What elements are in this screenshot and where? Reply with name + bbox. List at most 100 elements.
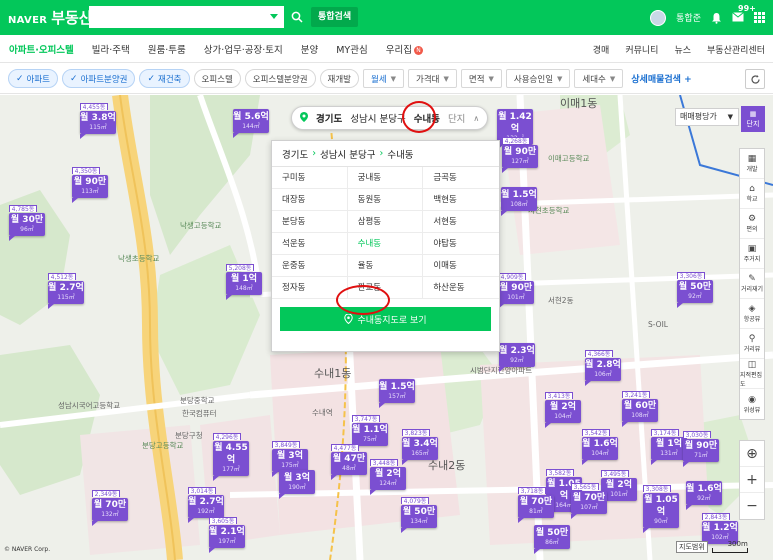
map-tool-button[interactable]: ▣ 주거지 [740, 239, 764, 269]
price-marker[interactable]: 3,413동 월 2억 104㎡ [545, 392, 581, 428]
dong-option[interactable]: 야탑동 [423, 233, 499, 255]
price-marker[interactable]: 3,747동 월 1.1억 75㎡ [352, 415, 388, 451]
chip-officetel[interactable]: 오피스텔 [193, 69, 241, 88]
dong-option[interactable]: 궁내동 [347, 167, 424, 189]
price-marker[interactable]: 4,268동 월 90만 127㎡ [502, 137, 538, 173]
price-marker[interactable]: 2,349동 월 70만 132㎡ [92, 490, 128, 526]
breadcrumb-province[interactable]: 경기도 [282, 147, 308, 161]
price-marker[interactable]: 3,605동 월 2.1억 197㎡ [209, 517, 245, 553]
tab-our-house[interactable]: 우리집 N [377, 42, 432, 56]
chip-apartment-presale-right[interactable]: ✓ 아파트분양권 [62, 69, 136, 88]
price-marker[interactable]: 3,306동 월 50만 92㎡ [677, 272, 713, 308]
dong-option[interactable]: 금곡동 [423, 167, 499, 189]
price-marker[interactable]: 월 1.5억 108㎡ [501, 187, 537, 216]
avatar[interactable] [650, 9, 667, 26]
chip-reconstruction[interactable]: ✓ 재건축 [139, 69, 190, 88]
dong-option[interactable]: 운중동 [272, 255, 348, 277]
chevron-up-icon[interactable]: ∧ [473, 114, 479, 123]
location-city[interactable]: 성남시 분당구 [350, 111, 405, 125]
price-marker[interactable]: 3,014동 월 2.7억 192㎡ [188, 487, 224, 523]
dong-option[interactable]: 분당동 [272, 211, 348, 233]
price-marker[interactable]: 3,174동 월 1억 131㎡ [651, 429, 687, 465]
price-marker[interactable]: 월 1.5억 157㎡ [379, 379, 415, 408]
price-marker[interactable]: 월 3억 190㎡ [279, 470, 315, 499]
dropdown-price[interactable]: 가격대 ▼ [408, 69, 457, 88]
price-marker[interactable]: 3,542동 월 1.6억 104㎡ [582, 429, 618, 465]
price-marker[interactable]: 4,350동 월 90만 113㎡ [72, 167, 108, 203]
price-marker[interactable]: 4,079동 월 50만 134㎡ [401, 497, 437, 533]
scale-level[interactable]: 지도범위 [676, 540, 708, 553]
tab-commercial-land[interactable]: 상가·업무·공장·토지 [195, 42, 292, 56]
tab-villa-house[interactable]: 빌라·주택 [83, 42, 139, 56]
unified-search-button[interactable]: 통합검색 [311, 7, 359, 27]
chip-redevelopment[interactable]: 재개발 [319, 69, 359, 88]
dropdown-area[interactable]: 면적 ▼ [460, 69, 502, 88]
chip-apartment[interactable]: ✓ 아파트 [8, 69, 59, 88]
dong-option[interactable]: 대장동 [272, 189, 348, 211]
price-marker[interactable]: 월 1.6억 92㎡ [686, 481, 722, 510]
price-marker[interactable]: 3,849동 월 3억 175㎡ [272, 441, 308, 477]
dong-option[interactable]: 이매동 [423, 255, 499, 277]
map-tool-button[interactable]: ◈ 항공뷰 [740, 299, 764, 329]
view-dong-map-button[interactable]: 수내동지도로 보기 [280, 307, 491, 331]
map-tool-button[interactable]: ▦ 개발 [740, 149, 764, 179]
link-community[interactable]: 커뮤니티 [625, 43, 658, 56]
location-province[interactable]: 경기도 [316, 111, 342, 125]
price-marker[interactable]: 4,366동 월 2.8억 106㎡ [585, 350, 621, 386]
search-button[interactable] [286, 6, 308, 28]
dropdown-deal-type[interactable]: 월세 ▼ [363, 69, 405, 88]
price-marker[interactable]: 4,296동 월 4.55억 177㎡ [213, 433, 249, 481]
map-tool-button[interactable]: ◫ 지적편집도 [740, 359, 764, 389]
location-danji[interactable]: 단지 [448, 111, 465, 125]
dong-option[interactable]: 삼평동 [347, 211, 424, 233]
tab-my-interest[interactable]: MY관심 [327, 42, 376, 56]
price-marker[interactable]: 4,512동 월 2.7억 115㎡ [48, 273, 84, 309]
map-tool-button[interactable]: ⚲ 거리뷰 [740, 329, 764, 359]
breadcrumb-dong[interactable]: 수내동 [387, 147, 413, 161]
dong-option[interactable]: 하산운동 [423, 277, 499, 299]
map-tool-button[interactable]: ⌂ 학교 [740, 179, 764, 209]
map-tool-button[interactable]: ⚙ 편의 [740, 209, 764, 239]
price-marker[interactable]: 월 5.6억 144㎡ [233, 109, 269, 138]
map-tool-button[interactable]: ✎ 거리재기 [740, 269, 764, 299]
breadcrumb-city[interactable]: 성남시 분당구 [320, 147, 375, 161]
price-marker[interactable]: 3,565동 월 70만 107㎡ [571, 483, 607, 519]
price-marker[interactable]: 3,823동 월 3.4억 165㎡ [402, 429, 438, 465]
price-marker[interactable]: 월 2.3억 92㎡ [499, 343, 535, 372]
link-auction[interactable]: 경매 [593, 43, 610, 56]
notification-badge[interactable]: 99+ [732, 4, 756, 24]
dong-option[interactable]: 동원동 [347, 189, 424, 211]
dong-option[interactable]: 수내동 [347, 233, 424, 255]
link-agent-center[interactable]: 부동산관리센터 [707, 43, 765, 56]
dong-option[interactable]: 서현동 [423, 211, 499, 233]
advanced-search-link[interactable]: 상세매물검색 + [631, 72, 691, 85]
dong-option[interactable]: 율동 [347, 255, 424, 277]
zoom-out-button[interactable]: − [740, 493, 764, 519]
search-input[interactable] [90, 7, 270, 27]
locate-button[interactable]: ⊕ [740, 441, 764, 467]
price-marker[interactable]: 3,241동 월 60만 108㎡ [622, 391, 658, 427]
naver-logo[interactable]: NAVER 부동산 [8, 7, 93, 28]
price-marker[interactable]: 3,718동 월 70만 81㎡ [518, 487, 554, 523]
price-marker[interactable]: 3,030동 월 90만 71㎡ [683, 431, 719, 467]
price-marker[interactable]: 4,785동 월 30만 96㎡ [9, 205, 45, 241]
link-news[interactable]: 뉴스 [674, 43, 691, 56]
dropdown-approval-date[interactable]: 사용승인일 ▼ [505, 69, 571, 88]
dong-option[interactable]: 구미동 [272, 167, 348, 189]
dong-option[interactable]: 석운동 [272, 233, 348, 255]
chip-officetel-presale-right[interactable]: 오피스텔분양권 [244, 69, 316, 88]
price-marker[interactable]: 4,477동 월 47만 48㎡ [331, 444, 367, 480]
tab-apartment-officetel[interactable]: 아파트·오피스텔 [0, 42, 83, 56]
map-tool-button[interactable]: ◉ 위성뷰 [740, 389, 764, 419]
price-marker[interactable]: 5,208동 월 1억 148㎡ [226, 264, 262, 300]
refresh-button[interactable] [745, 69, 765, 89]
danji-toggle-button[interactable]: ▦ 단지 [741, 106, 765, 132]
price-marker[interactable]: 3,308동 월 1.05억 90㎡ [643, 485, 679, 533]
username[interactable]: 통합준 [676, 11, 701, 24]
zoom-in-button[interactable]: + [740, 467, 764, 493]
location-selector[interactable]: 경기도 성남시 분당구 수내동 단지 ∧ [291, 106, 489, 130]
price-marker[interactable]: 4,455동 월 3.8억 115㎡ [80, 103, 116, 139]
price-marker[interactable]: 3,448동 월 2억 124㎡ [370, 459, 406, 495]
price-marker[interactable]: 4,909동 월 90만 101㎡ [498, 273, 534, 309]
dong-option[interactable]: 백현동 [423, 189, 499, 211]
